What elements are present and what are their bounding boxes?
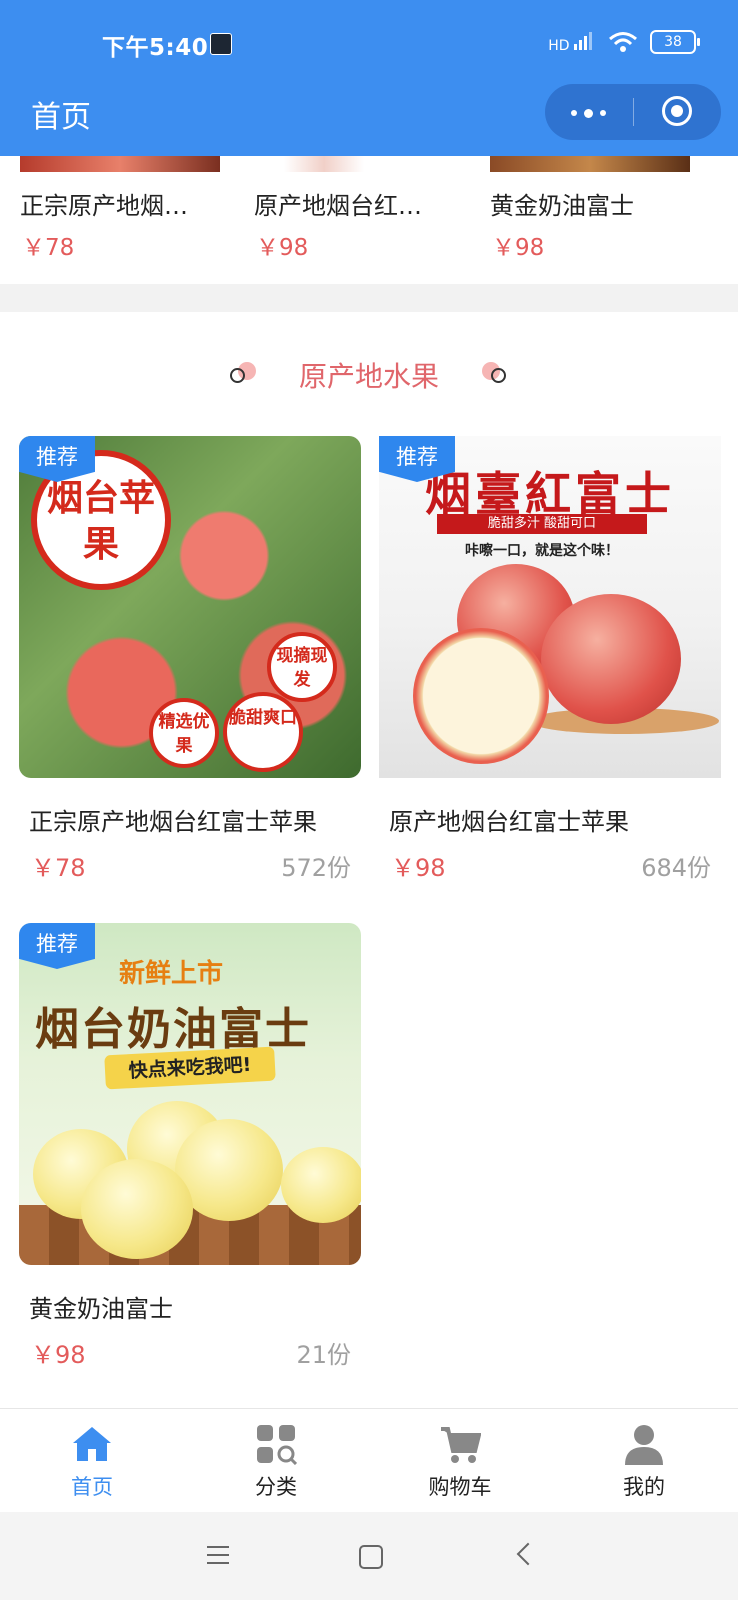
product-price: ￥78 bbox=[22, 235, 75, 261]
system-nav-bar bbox=[0, 1512, 738, 1600]
section-title: 原产地水果 bbox=[298, 360, 439, 393]
decor-dot-right bbox=[482, 362, 510, 383]
product-name: 正宗原产地烟… bbox=[20, 192, 188, 220]
recommend-badge: 推荐 bbox=[19, 923, 95, 969]
product-price: ￥98 bbox=[256, 235, 309, 261]
signal-icon: HD bbox=[548, 30, 596, 54]
apple-shape bbox=[281, 1147, 361, 1223]
status-indicators: HD 38 bbox=[548, 30, 700, 54]
tab-label: 分类 bbox=[255, 1475, 297, 1499]
product-thumb bbox=[20, 156, 220, 172]
product-image[interactable]: 新鲜上市 烟台奶油富士 快点来吃我吧! 推荐 bbox=[19, 923, 361, 1265]
page-title: 首页 bbox=[31, 100, 91, 135]
image-tagline: 新鲜上市 bbox=[119, 959, 224, 989]
status-time: 下午5:40 bbox=[102, 35, 209, 61]
product-price: ￥98 bbox=[492, 235, 545, 261]
tab-label: 首页 bbox=[71, 1475, 113, 1499]
capsule-divider bbox=[633, 98, 634, 126]
top-bar: 下午5:40 HD 38 首页 bbox=[0, 0, 738, 156]
notification-app-icon bbox=[210, 33, 232, 55]
close-target-icon[interactable] bbox=[662, 96, 692, 126]
product-price: ￥98 bbox=[31, 1341, 86, 1369]
mini-program-capsule bbox=[545, 84, 721, 140]
wifi-icon bbox=[609, 32, 637, 52]
product-name: 黄金奶油富士 bbox=[490, 192, 634, 220]
home-square-icon[interactable] bbox=[359, 1545, 383, 1569]
battery-icon: 38 bbox=[650, 30, 700, 54]
category-icon bbox=[257, 1425, 297, 1465]
product-price: ￥78 bbox=[31, 854, 86, 882]
menu-icon[interactable] bbox=[207, 1546, 229, 1564]
tab-cart[interactable]: 购物车 bbox=[368, 1409, 552, 1513]
tab-category[interactable]: 分类 bbox=[184, 1409, 368, 1513]
back-icon[interactable] bbox=[516, 1542, 540, 1566]
tab-label: 我的 bbox=[623, 1475, 665, 1499]
sold-count: 684份 bbox=[641, 854, 711, 882]
tab-home[interactable]: 首页 bbox=[0, 1409, 184, 1513]
product-name: 原产地烟台红富士苹果 bbox=[389, 808, 629, 836]
product-thumb bbox=[490, 156, 690, 172]
cart-icon bbox=[441, 1427, 481, 1463]
product-card[interactable]: 烟臺紅富士 脆甜多汁 酸甜可口 咔嚓一口，就是这个味！ 推荐 原产地烟台红富士苹… bbox=[379, 436, 721, 882]
sold-count: 572份 bbox=[281, 854, 351, 882]
product-name: 黄金奶油富士 bbox=[29, 1295, 173, 1323]
product-card[interactable]: 烟台苹果 现摘现发 精选优果 脆甜爽口 推荐 正宗原产地烟台红富士苹果 ￥78 … bbox=[19, 436, 361, 882]
product-thumb bbox=[284, 156, 364, 172]
recommend-row: 正宗原产地烟… ￥78 原产地烟台红… ￥98 黄金奶油富士 ￥98 bbox=[0, 156, 738, 284]
product-name: 正宗原产地烟台红富士苹果 bbox=[29, 808, 317, 836]
tab-profile[interactable]: 我的 bbox=[552, 1409, 736, 1513]
tab-bar: 首页 分类 购物车 我的 bbox=[0, 1408, 738, 1513]
list-item[interactable]: 黄金奶油富士 ￥98 bbox=[490, 156, 690, 261]
home-icon bbox=[73, 1427, 111, 1461]
product-card[interactable]: 新鲜上市 烟台奶油富士 快点来吃我吧! 推荐 黄金奶油富士 ￥98 21份 bbox=[19, 923, 361, 1369]
product-image[interactable]: 烟台苹果 现摘现发 精选优果 脆甜爽口 推荐 bbox=[19, 436, 361, 778]
sold-count: 21份 bbox=[296, 1341, 351, 1369]
apple-half-shape bbox=[413, 628, 549, 764]
image-ribbon: 脆甜多汁 酸甜可口 bbox=[437, 514, 647, 534]
product-price: ￥98 bbox=[391, 854, 446, 882]
network-label: HD bbox=[548, 38, 570, 54]
section-divider bbox=[0, 284, 738, 312]
apple-shape bbox=[541, 594, 681, 724]
tab-label: 购物车 bbox=[428, 1475, 492, 1499]
apple-shape bbox=[81, 1159, 193, 1259]
image-tag: 现摘现发 bbox=[267, 632, 337, 702]
image-tag: 精选优果 bbox=[149, 698, 219, 768]
image-tag: 脆甜爽口 bbox=[223, 692, 303, 772]
list-item[interactable]: 正宗原产地烟… ￥78 bbox=[20, 156, 220, 261]
product-image[interactable]: 烟臺紅富士 脆甜多汁 酸甜可口 咔嚓一口，就是这个味！ 推荐 bbox=[379, 436, 721, 778]
list-item[interactable]: 原产地烟台红… ￥98 bbox=[254, 156, 454, 261]
more-icon[interactable] bbox=[571, 108, 606, 118]
user-icon bbox=[625, 1425, 663, 1465]
image-subtitle: 咔嚓一口，就是这个味！ bbox=[465, 543, 619, 559]
product-name: 原产地烟台红… bbox=[254, 192, 422, 220]
